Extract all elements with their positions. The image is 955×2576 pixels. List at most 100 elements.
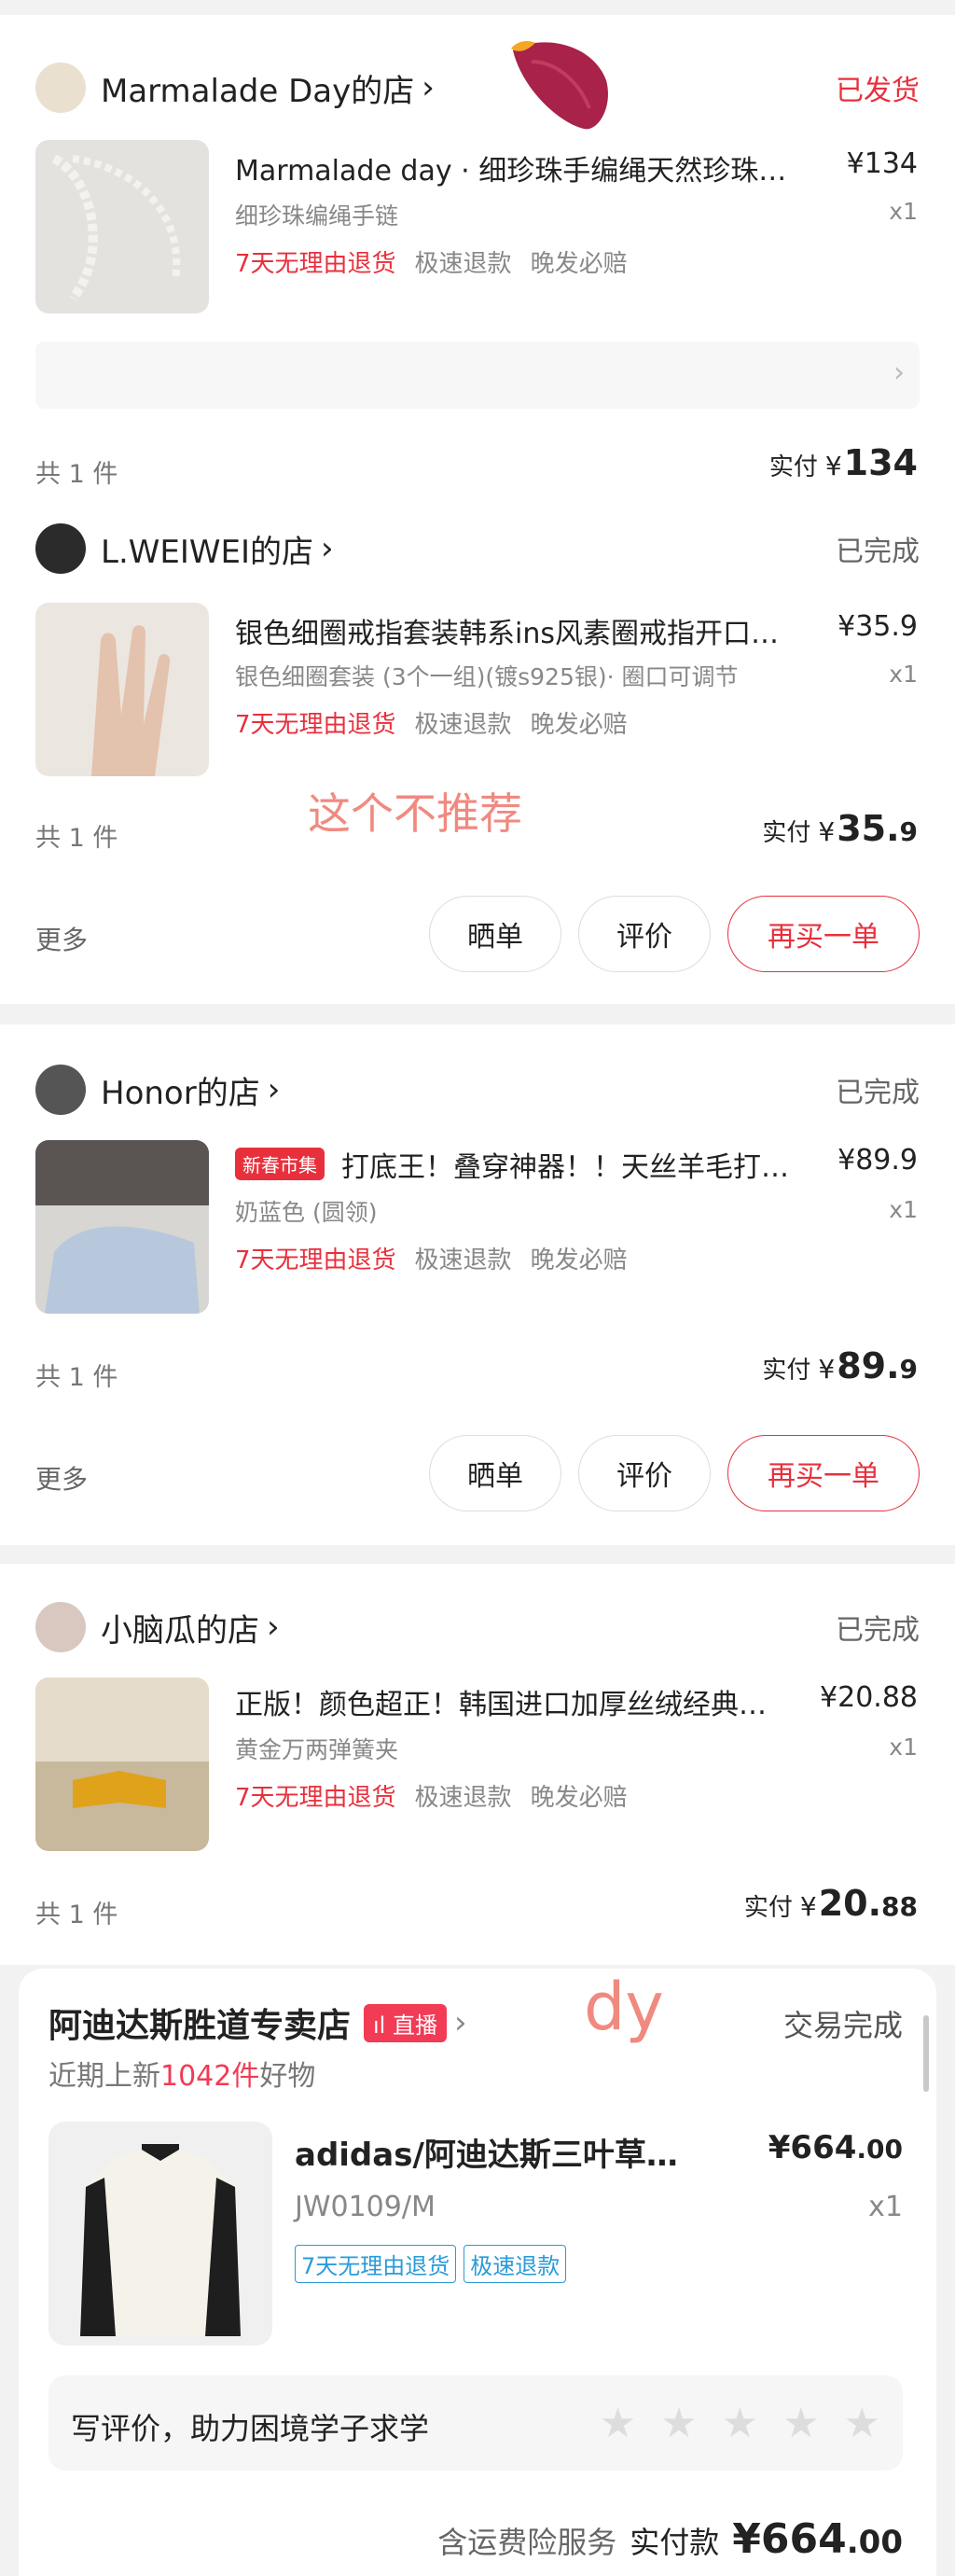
order-card-2: L.WEIWEI的店 › 已完成 银色细圈戒指套装韩系ins风素圈戒指开口… ¥… <box>0 500 955 1004</box>
chevron-right-icon: › <box>893 356 905 389</box>
share-order-button[interactable]: 晒单 <box>429 896 561 972</box>
insurance-label: 含运费险服务 <box>437 2525 617 2560</box>
price-decimal: .00 <box>856 2134 903 2165</box>
product-thumbnail[interactable] <box>35 603 209 776</box>
shop-avatar[interactable] <box>35 523 86 574</box>
chevron-right-icon[interactable]: › <box>268 1071 281 1108</box>
product-quantity: x1 <box>889 661 918 688</box>
late-compensation-tag: 晚发必赔 <box>530 1784 628 1812</box>
product-thumbnail[interactable] <box>35 140 209 313</box>
review-button[interactable]: 评价 <box>578 896 711 972</box>
live-label: 直播 <box>393 2012 437 2039</box>
dy-order-card: 阿迪达斯胜道专卖店 ıl 直播 › dy 交易完成 近期上新1042件好物 ad… <box>19 1969 936 2576</box>
refund-tag: 极速退款 <box>464 2245 567 2283</box>
live-badge[interactable]: ıl 直播 <box>364 2003 447 2042</box>
buy-again-button[interactable]: 再买一单 <box>727 1435 920 1511</box>
handwritten-annotation: dy <box>584 1969 664 2045</box>
late-compensation-tag: 晚发必赔 <box>530 711 628 739</box>
paid-integer: 20. <box>818 1883 882 1924</box>
shop-name[interactable]: L.WEIWEI的店 <box>101 526 313 572</box>
product-title[interactable]: 正版！颜色超正！韩国进口加厚丝绒经典… <box>235 1681 834 1722</box>
paid-amount: ¥664.00 <box>732 2515 903 2563</box>
paid-label: 实付 <box>762 1357 811 1385</box>
order-status: 交易完成 <box>782 2008 903 2043</box>
price-integer: ¥664 <box>768 2129 857 2166</box>
order-footer: 含运费险服务 实付款 ¥664.00 <box>437 2515 903 2563</box>
service-tags: 7天无理由退货 极速退款 <box>295 2245 567 2283</box>
product-title[interactable]: Marmalade day · 细珍珠手编绳天然珍珠… <box>235 147 834 188</box>
refund-tag: 极速退款 <box>414 1784 512 1812</box>
item-count: 共 1 件 <box>35 460 118 489</box>
chevron-right-icon[interactable]: › <box>321 530 334 567</box>
paid-label: 实付 <box>768 453 818 481</box>
paid-amount: 实付 ¥ 89. 9 <box>762 1345 918 1386</box>
shop-avatar[interactable] <box>35 1065 86 1115</box>
product-title[interactable]: 银色细圈戒指套装韩系ins风素圈戒指开口… <box>235 610 834 651</box>
order-card-1: Marmalade Day的店 › 已发货 Marmalade day · 细珍… <box>0 15 955 500</box>
product-thumbnail[interactable] <box>48 2122 272 2346</box>
late-compensation-tag: 晚发必赔 <box>530 1246 628 1274</box>
currency-symbol: ¥ <box>799 1891 817 1922</box>
paid-integer: ¥664 <box>732 2515 847 2563</box>
order-status: 已完成 <box>836 536 920 568</box>
subtitle-prefix: 近期上新 <box>48 2060 160 2093</box>
shop-name[interactable]: 阿迪达斯胜道专卖店 <box>48 1998 351 2047</box>
product-thumbnail[interactable] <box>35 1678 209 1851</box>
shop-avatar[interactable] <box>35 1602 86 1652</box>
star-rating[interactable]: ★ ★ ★ ★ ★ <box>600 2400 880 2447</box>
paid-amount: 实付 ¥ 20. 88 <box>744 1883 918 1924</box>
paid-amount: 实付 ¥ 134 <box>769 442 918 483</box>
currency-symbol: ¥ <box>818 1354 836 1385</box>
share-order-button[interactable]: 晒单 <box>429 1435 561 1511</box>
product-sku: 奶蓝色 (圆领) <box>235 1199 378 1226</box>
paid-decimal: 9 <box>899 1354 918 1385</box>
return-tag: 7天无理由退货 <box>235 1246 396 1274</box>
scrollbar[interactable] <box>923 2015 929 2092</box>
review-button[interactable]: 评价 <box>578 1435 711 1511</box>
product-sku: 黄金万两弹簧夹 <box>235 1736 399 1763</box>
order-status: 已发货 <box>836 75 920 107</box>
product-title[interactable]: 打底王！叠穿神器！！天丝羊毛打… <box>341 1144 834 1185</box>
service-tags: 7天无理由退货 极速退款 晚发必赔 <box>235 1778 628 1813</box>
product-title[interactable]: adidas/阿迪达斯三叶草… <box>295 2129 686 2175</box>
chevron-right-icon[interactable]: › <box>454 2004 467 2041</box>
return-tag: 7天无理由退货 <box>235 1784 396 1812</box>
review-prompt-box[interactable]: 写评价，助力困境学子求学 ★ ★ ★ ★ ★ <box>48 2375 903 2471</box>
product-sku: 细珍珠编绳手链 <box>235 202 399 230</box>
chevron-right-icon[interactable]: › <box>422 69 435 106</box>
item-count: 共 1 件 <box>35 1363 118 1392</box>
more-button[interactable]: 更多 <box>35 920 88 957</box>
product-price: ¥89.9 <box>837 1144 918 1177</box>
review-prompt: 写评价，助力困境学子求学 <box>71 2411 430 2446</box>
paid-decimal: 9 <box>899 816 918 847</box>
logistics-bar[interactable]: › <box>35 341 920 409</box>
handwritten-annotation: 这个不推荐 <box>308 788 522 839</box>
product-quantity: x1 <box>889 1196 918 1223</box>
order-status: 已完成 <box>836 1614 920 1647</box>
currency-symbol: ¥ <box>818 816 836 847</box>
star-icon[interactable]: ★ <box>844 2400 880 2447</box>
buy-again-button[interactable]: 再买一单 <box>727 896 920 972</box>
star-icon[interactable]: ★ <box>782 2400 819 2447</box>
product-price: ¥20.88 <box>820 1681 918 1714</box>
product-sku: 银色细圈套装 (3个一组)(镀s925银)· 圈口可调节 <box>235 663 739 690</box>
item-count: 共 1 件 <box>35 824 118 853</box>
service-tags: 7天无理由退货 极速退款 晚发必赔 <box>235 1241 628 1275</box>
refund-tag: 极速退款 <box>414 711 512 739</box>
product-thumbnail[interactable] <box>35 1140 209 1314</box>
more-button[interactable]: 更多 <box>35 1459 88 1497</box>
chevron-right-icon[interactable]: › <box>267 1608 280 1646</box>
shop-avatar[interactable] <box>35 63 86 113</box>
service-tags: 7天无理由退货 极速退款 晚发必赔 <box>235 244 628 279</box>
shop-name[interactable]: 小脑瓜的店 <box>101 1605 259 1650</box>
shop-name[interactable]: Honor的店 <box>101 1067 260 1113</box>
star-icon[interactable]: ★ <box>600 2400 636 2447</box>
star-icon[interactable]: ★ <box>722 2400 758 2447</box>
item-count: 共 1 件 <box>35 1901 118 1929</box>
paid-decimal: 88 <box>881 1891 918 1922</box>
shop-name[interactable]: Marmalade Day的店 <box>101 65 414 111</box>
return-tag: 7天无理由退货 <box>235 250 396 278</box>
refund-tag: 极速退款 <box>414 1246 512 1274</box>
star-icon[interactable]: ★ <box>660 2400 697 2447</box>
product-price: ¥664.00 <box>768 2129 903 2166</box>
